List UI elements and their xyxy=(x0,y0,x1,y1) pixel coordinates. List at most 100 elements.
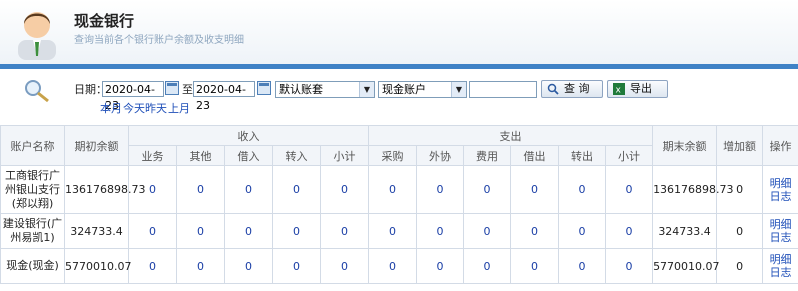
detail-link[interactable]: 明细 xyxy=(763,177,798,190)
col-expense-sub: 费用 xyxy=(463,145,512,166)
income-cell: 0 xyxy=(176,165,225,214)
income-cell: 0 xyxy=(176,213,225,249)
col-account-name: 账户名称 xyxy=(0,125,65,166)
table-row: 现金(现金) 5770010.07 0 0 0 0 0 0 0 0 0 0 0 5770010.07 0 明细… xyxy=(0,248,798,284)
col-income-sub: 小计 xyxy=(319,145,370,166)
account-select-value: 现金账户 xyxy=(382,83,426,96)
increase-cell: 0 xyxy=(716,213,764,249)
date-from-input[interactable]: 2020-04-23 xyxy=(102,81,164,112)
account-name-cell: 建设银行(广州易凯1) xyxy=(0,213,65,249)
log-link[interactable]: 日志 xyxy=(763,190,798,203)
operation-cell: 明细 日志 xyxy=(762,213,798,249)
opening-balance-cell: 324733.4 xyxy=(64,213,129,249)
expense-cell: 0 xyxy=(510,248,560,284)
expense-cell: 0 xyxy=(510,165,560,214)
date-separator: 至 xyxy=(182,83,193,96)
search-input[interactable] xyxy=(469,81,537,98)
col-closing-balance: 期末余额 xyxy=(652,125,718,166)
income-cell: 0 xyxy=(319,248,370,284)
income-cell: 0 xyxy=(224,248,273,284)
filter-bar: 日期： 2020-04-23 至 2020-04-23 默认账套 ▼ 现金账户 … xyxy=(0,69,798,125)
income-cell: 0 xyxy=(176,248,225,284)
income-cell: 0 xyxy=(128,248,177,284)
quick-date-last-month[interactable]: 上月 xyxy=(168,100,190,116)
export-button-label: 导出 xyxy=(630,82,652,95)
col-expense-sub: 借出 xyxy=(510,145,560,166)
expense-cell: 0 xyxy=(416,213,465,249)
query-button-label: 查 询 xyxy=(564,82,590,95)
income-cell: 0 xyxy=(319,213,370,249)
col-expense-sub: 转出 xyxy=(558,145,607,166)
increase-cell: 0 xyxy=(716,248,764,284)
excel-icon: x xyxy=(613,83,625,95)
balance-table: 账户名称 期初余额 收入 支出 期末余额 增加额 操作 业务 其他 借入 转入 小计 采购… xyxy=(0,125,798,284)
detail-link[interactable]: 明细 xyxy=(763,253,798,266)
col-operation: 操作 xyxy=(762,125,798,166)
search-icon xyxy=(547,83,559,95)
income-cell: 0 xyxy=(272,248,321,284)
page-title: 现金银行 xyxy=(74,12,135,30)
chevron-down-icon: ▼ xyxy=(451,82,466,97)
log-link[interactable]: 日志 xyxy=(763,231,798,244)
user-avatar-icon xyxy=(18,12,56,60)
book-select[interactable]: 默认账套 ▼ xyxy=(275,81,375,98)
expense-cell: 0 xyxy=(510,213,560,249)
expense-cell: 0 xyxy=(368,248,418,284)
expense-cell: 0 xyxy=(463,165,512,214)
calendar-icon[interactable] xyxy=(257,81,271,95)
closing-balance-cell: 136176898.73 xyxy=(652,165,734,214)
income-cell: 0 xyxy=(319,165,370,214)
expense-cell: 0 xyxy=(558,248,607,284)
operation-cell: 明细 日志 xyxy=(762,165,798,214)
expense-cell: 0 xyxy=(605,165,654,214)
col-income-sub: 其他 xyxy=(176,145,225,166)
chevron-down-icon: ▼ xyxy=(359,82,374,97)
query-button[interactable]: 查 询 xyxy=(541,80,603,98)
col-expense-sub: 外协 xyxy=(416,145,465,166)
account-name-cell: 现金(现金) xyxy=(0,248,65,284)
col-increase: 增加额 xyxy=(716,125,764,166)
expense-cell: 0 xyxy=(605,248,654,284)
opening-balance-cell: 5770010.07 xyxy=(64,248,131,284)
expense-cell: 0 xyxy=(463,248,512,284)
page-header: 现金银行 查询当前各个银行账户余额及收支明细 xyxy=(0,0,798,64)
closing-balance-cell: 324733.4 xyxy=(652,213,718,249)
expense-cell: 0 xyxy=(558,213,607,249)
expense-cell: 0 xyxy=(416,248,465,284)
quick-date-this-month[interactable]: 本月 xyxy=(100,100,122,116)
col-opening-balance: 期初余额 xyxy=(64,125,129,166)
export-button[interactable]: x 导出 xyxy=(607,80,668,98)
expense-cell: 0 xyxy=(605,213,654,249)
book-select-value: 默认账套 xyxy=(279,83,323,96)
income-cell: 0 xyxy=(224,165,273,214)
income-cell: 0 xyxy=(128,213,177,249)
col-expense-sub: 采购 xyxy=(368,145,418,166)
income-cell: 0 xyxy=(272,213,321,249)
date-to-input[interactable]: 2020-04-23 xyxy=(193,81,255,112)
quick-date-today[interactable]: 今天 xyxy=(123,100,145,116)
table-row: 工商银行广州银山支行(郑以翔) 136176898.73 0 0 0 0 0 0 0 0 0 0 0 13… xyxy=(0,165,798,214)
col-income-sub: 业务 xyxy=(128,145,177,166)
quick-date-yesterday[interactable]: 昨天 xyxy=(145,100,167,116)
income-cell: 0 xyxy=(224,213,273,249)
closing-balance-cell: 5770010.07 xyxy=(652,248,720,284)
magnifier-icon xyxy=(25,80,49,103)
account-select[interactable]: 现金账户 ▼ xyxy=(378,81,467,98)
income-cell: 0 xyxy=(272,165,321,214)
calendar-icon[interactable] xyxy=(165,81,179,95)
detail-link[interactable]: 明细 xyxy=(763,218,798,231)
opening-balance-cell: 136176898.73 xyxy=(64,165,145,214)
operation-cell: 明细 日志 xyxy=(762,248,798,284)
expense-cell: 0 xyxy=(368,213,418,249)
log-link[interactable]: 日志 xyxy=(763,266,798,279)
col-expense: 支出 xyxy=(368,125,654,146)
col-expense-sub: 小计 xyxy=(605,145,654,166)
col-income: 收入 xyxy=(127,125,370,146)
account-name-cell: 工商银行广州银山支行(郑以翔) xyxy=(0,165,65,214)
svg-text:x: x xyxy=(616,86,622,96)
col-income-sub: 转入 xyxy=(272,145,321,166)
expense-cell: 0 xyxy=(558,165,607,214)
expense-cell: 0 xyxy=(463,213,512,249)
expense-cell: 0 xyxy=(416,165,465,214)
table-row: 建设银行(广州易凯1) 324733.4 0 0 0 0 0 0 0 0 0 0 0 324733.4 0 明… xyxy=(0,213,798,249)
